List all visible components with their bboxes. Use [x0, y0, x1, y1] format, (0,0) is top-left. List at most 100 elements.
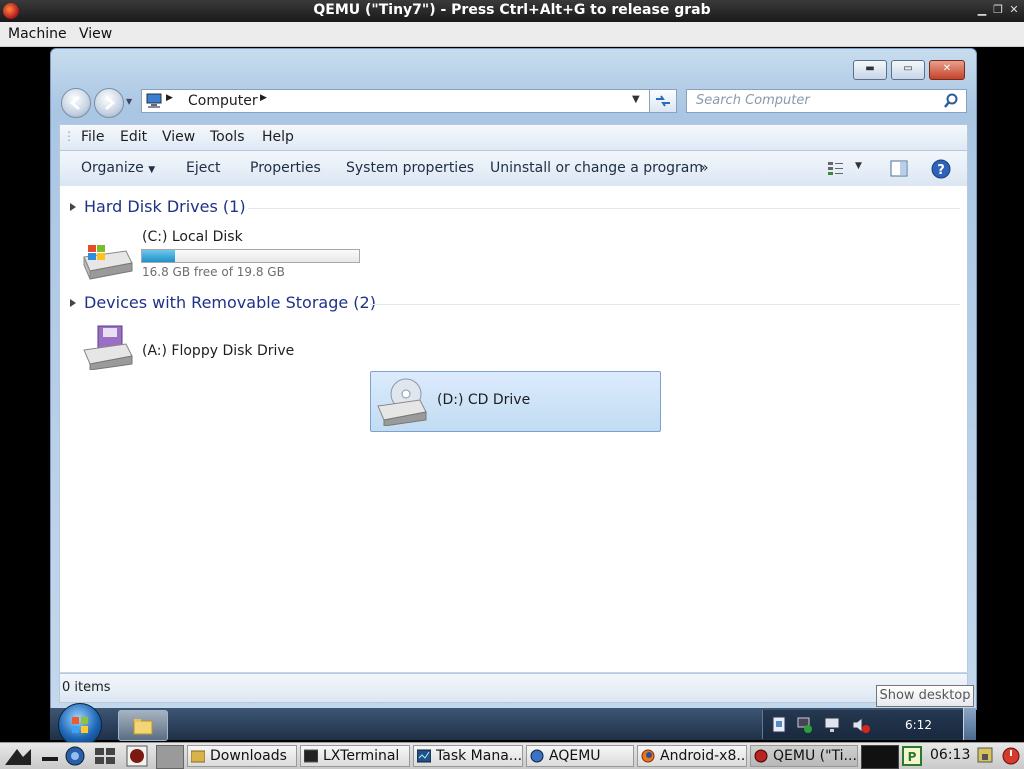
properties-button[interactable]: Properties [250, 160, 321, 176]
eject-button[interactable]: Eject [186, 160, 221, 176]
organize-label: Organize [81, 160, 144, 176]
window-minimize-button[interactable]: ▬ [853, 60, 887, 80]
search-icon[interactable] [943, 93, 959, 109]
address-bar[interactable]: ▶ Computer ▶ ▼ [141, 89, 650, 113]
volume-muted-icon[interactable] [851, 716, 871, 734]
taskbar-downloads-label: Downloads [210, 748, 287, 764]
explorer-window: ▬ ▭ ✕ ▼ ▶ Computer ▶ ▼ Search Computer ⋮ [50, 48, 977, 710]
menu-edit[interactable]: Edit [120, 129, 147, 145]
disk-usage-bar [141, 249, 360, 263]
guest-clock[interactable]: 6:12 [905, 718, 932, 732]
item-count: 0 items [62, 680, 111, 695]
taskbar-qemu[interactable]: QEMU ("Ti... [750, 745, 858, 767]
guest-system-tray: 6:12 [762, 710, 963, 739]
host-menu-machine[interactable]: Machine [8, 26, 67, 42]
desktop-switch-icon[interactable] [94, 746, 116, 766]
menu-help[interactable]: Help [262, 129, 294, 145]
command-bar: Organize ▼ Eject Properties System prope… [59, 150, 968, 187]
taskbar-downloads[interactable]: Downloads [187, 745, 297, 767]
menu-view[interactable]: View [162, 129, 195, 145]
host-menu-bar: Machine View [0, 22, 1024, 47]
menu-file[interactable]: File [81, 129, 104, 145]
recent-pages-dropdown[interactable]: ▼ [126, 97, 132, 106]
lock-screen-icon[interactable] [976, 746, 994, 766]
window-maximize-button[interactable]: ▭ [891, 60, 925, 80]
search-placeholder: Search Computer [696, 93, 810, 108]
group-divider [370, 304, 960, 305]
svg-text:P: P [908, 750, 917, 764]
window-close-button[interactable]: ✕ [929, 60, 965, 80]
organize-button[interactable]: Organize ▼ [81, 160, 155, 176]
menu-bar: ⋮ File Edit View Tools Help [59, 124, 968, 150]
host-clock[interactable]: 06:13 [930, 747, 970, 763]
back-arrow-icon [70, 96, 80, 110]
show-desktop-button[interactable] [963, 708, 976, 740]
status-bar: 0 items [59, 673, 968, 703]
taskbar-android[interactable]: Android-x8... [637, 745, 747, 767]
refresh-icon [656, 95, 670, 107]
lxde-menu-icon[interactable] [3, 745, 33, 767]
uninstall-program-button[interactable]: Uninstall or change a program [490, 160, 703, 176]
forward-button[interactable] [94, 88, 124, 118]
show-desktop-tooltip: Show desktop [876, 685, 974, 707]
taskbar-explorer-button[interactable] [118, 710, 168, 741]
taskbar-qemu-label: QEMU ("Ti... [773, 748, 857, 764]
close-icon[interactable]: ✕ [1007, 3, 1021, 17]
local-disk-label[interactable]: (C:) Local Disk [142, 229, 243, 245]
breadcrumb-computer[interactable]: Computer [188, 93, 258, 109]
windows-logo-icon [72, 717, 88, 733]
taskbar-android-label: Android-x8... [660, 748, 747, 764]
display-icon[interactable] [823, 716, 841, 734]
web-browser-icon[interactable] [64, 745, 86, 767]
cd-drive-icon [377, 378, 427, 426]
group-header-hard-disk[interactable]: Hard Disk Drives (1) [84, 197, 246, 216]
disk-usage-fill [142, 250, 175, 262]
restore-icon[interactable]: ❐ [991, 3, 1005, 17]
local-disk-free-space: 16.8 GB free of 19.8 GB [142, 265, 285, 279]
menu-tools[interactable]: Tools [210, 129, 245, 145]
minimize-icon[interactable]: ▁ [975, 3, 989, 17]
taskbar-lxterminal[interactable]: LXTerminal [300, 745, 410, 767]
folder-icon [191, 750, 205, 763]
host-taskbar: Downloads LXTerminal Task Mana... AQEMU … [0, 742, 1024, 769]
start-button[interactable] [58, 703, 102, 747]
taskbar-spacer [156, 745, 184, 769]
cd-drive-item[interactable]: (D:) CD Drive [370, 371, 661, 432]
minimize-all-icon[interactable] [40, 747, 60, 765]
svg-text:?: ? [937, 163, 945, 178]
taskbar-task-manager-label: Task Mana... [436, 748, 523, 764]
taskbar-task-manager[interactable]: Task Mana... [413, 745, 523, 767]
more-commands-button[interactable]: » [700, 160, 709, 176]
host-menu-view[interactable]: View [79, 26, 112, 42]
network-icon[interactable] [795, 716, 813, 734]
preview-pane-icon[interactable] [890, 160, 908, 178]
breadcrumb-chevron-icon[interactable]: ▶ [260, 93, 267, 103]
help-icon[interactable]: ? [931, 159, 951, 179]
group-divider [248, 208, 960, 209]
floppy-drive-label[interactable]: (A:) Floppy Disk Drive [142, 343, 294, 359]
action-center-icon[interactable] [771, 716, 787, 734]
collapse-arrow-icon[interactable] [70, 299, 76, 307]
search-box[interactable]: Search Computer [686, 89, 967, 113]
floppy-drive-icon[interactable] [80, 324, 134, 370]
address-dropdown-icon[interactable]: ▼ [632, 94, 640, 105]
pastebin-icon[interactable]: P [902, 746, 922, 766]
collapse-arrow-icon[interactable] [70, 203, 76, 211]
taskbar-lxterminal-label: LXTerminal [323, 748, 400, 764]
system-properties-button[interactable]: System properties [346, 160, 474, 176]
taskbar-aqemu-label: AQEMU [549, 748, 601, 764]
qemu-icon [754, 749, 768, 763]
local-disk-icon[interactable] [80, 241, 134, 281]
back-button[interactable] [61, 88, 91, 118]
view-dropdown-icon[interactable]: ▼ [855, 161, 862, 171]
refresh-button[interactable] [649, 89, 677, 113]
qemu-launcher-icon[interactable] [126, 745, 148, 767]
firefox-icon [641, 749, 655, 763]
breadcrumb-separator-icon[interactable]: ▶ [166, 93, 173, 103]
taskbar-aqemu[interactable]: AQEMU [526, 745, 634, 767]
computer-icon [146, 93, 162, 108]
terminal-icon [304, 749, 318, 763]
power-icon[interactable] [1001, 746, 1021, 766]
group-header-removable[interactable]: Devices with Removable Storage (2) [84, 293, 376, 312]
view-options-icon[interactable] [827, 161, 847, 177]
